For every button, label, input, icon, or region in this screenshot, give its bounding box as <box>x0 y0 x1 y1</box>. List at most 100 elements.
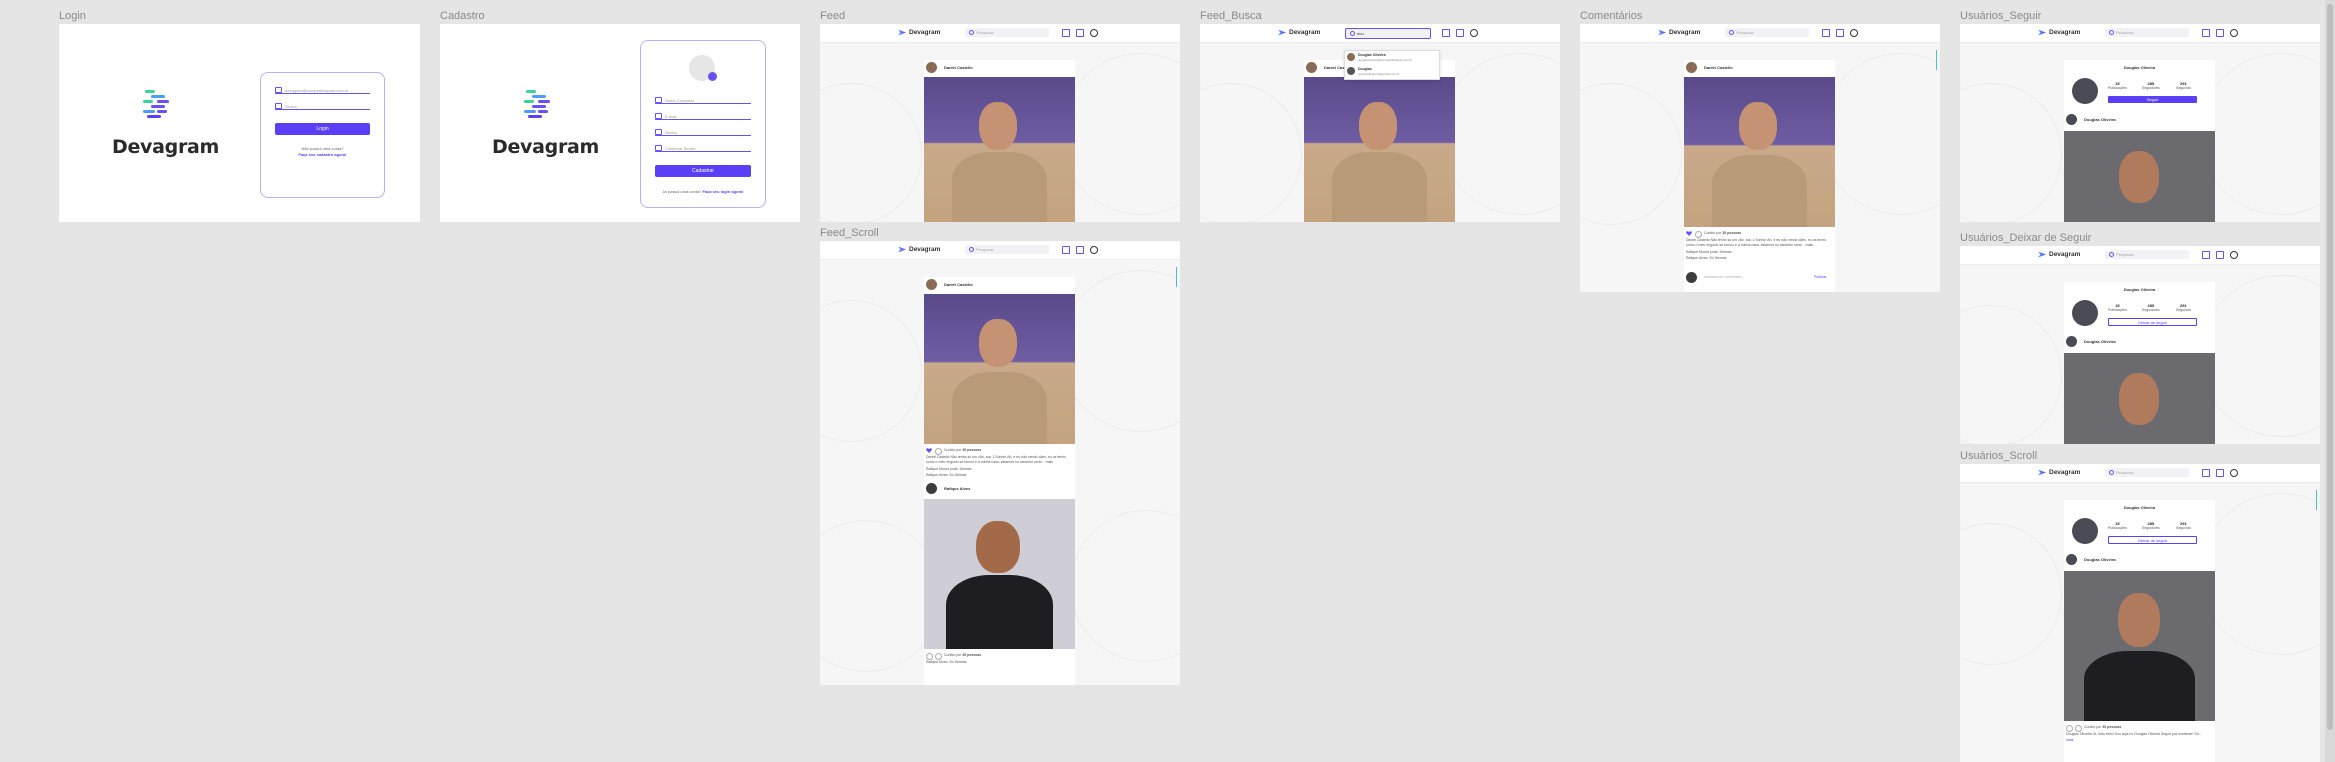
post-author[interactable]: Rafique Alves <box>944 486 970 491</box>
add-post-icon[interactable] <box>2216 469 2224 477</box>
topbar-logo[interactable]: Devagram <box>1658 29 1700 36</box>
topbar-logo[interactable]: Devagram <box>2038 29 2080 36</box>
cadastrar-button[interactable]: Cadastrar <box>655 165 751 177</box>
profile-icon[interactable] <box>1090 246 1098 254</box>
comment-icon[interactable] <box>935 448 942 455</box>
unfollow-button[interactable]: Deixar de seguir <box>2108 318 2197 326</box>
post-photo[interactable] <box>1304 77 1455 222</box>
avatar-upload[interactable] <box>689 55 717 81</box>
post-photo[interactable] <box>924 77 1075 222</box>
topbar: Devagram Pesquisar <box>1580 24 1940 43</box>
avatar[interactable] <box>926 279 937 290</box>
search-input[interactable]: Pesquisar <box>965 245 1049 254</box>
post-photo[interactable] <box>924 499 1075 649</box>
add-post-icon[interactable] <box>1076 29 1084 37</box>
avatar[interactable] <box>2066 114 2077 125</box>
topbar-logo[interactable]: Devagram <box>898 246 940 253</box>
home-icon[interactable] <box>1822 29 1830 37</box>
avatar[interactable] <box>926 483 937 494</box>
home-icon[interactable] <box>1442 29 1450 37</box>
signup-link[interactable]: Faça seu cadastro agora! <box>261 152 384 157</box>
add-post-icon[interactable] <box>1836 29 1844 37</box>
search-input[interactable]: Pesquisar <box>2105 468 2189 477</box>
post-author[interactable]: Douglas Oliveira <box>2084 557 2116 562</box>
post-author[interactable]: Douglas Oliveira <box>2084 117 2116 122</box>
profile-icon[interactable] <box>1850 29 1858 37</box>
topbar-logo[interactable]: Devagram <box>1278 29 1320 36</box>
profile-icon[interactable] <box>1090 29 1098 37</box>
profile-icon[interactable] <box>1470 29 1478 37</box>
profile-icon[interactable] <box>2230 29 2238 37</box>
home-icon[interactable] <box>1062 246 1070 254</box>
unfollow-button[interactable]: Deixar de seguir <box>2108 536 2197 544</box>
avatar[interactable] <box>2066 336 2077 347</box>
post-photo[interactable] <box>2064 353 2215 444</box>
comment-icon[interactable] <box>1695 231 1702 238</box>
home-icon[interactable] <box>2202 469 2210 477</box>
avatar[interactable] <box>2066 554 2077 565</box>
search-input[interactable]: Pesquisar <box>1725 28 1809 37</box>
frame-label-feed-scroll: Feed_Scroll <box>820 227 879 239</box>
topbar-logo[interactable]: Devagram <box>2038 251 2080 258</box>
search-input[interactable]: Pesquisar <box>965 28 1049 37</box>
like-icon[interactable] <box>2066 725 2073 732</box>
home-icon[interactable] <box>2202 251 2210 259</box>
name-field[interactable]: Nome Completo <box>655 93 751 104</box>
search-results-dropdown: Douglas Oliveira douglasoliveira@compart… <box>1344 50 1440 80</box>
stat-seguidores: 285 Seguidores <box>2142 303 2160 313</box>
search-icon <box>1350 31 1355 36</box>
comment-input[interactable]: Adicione um comentário... <box>1704 275 1744 280</box>
likes-text: Curtido por 35 pessoas <box>944 653 982 657</box>
profile-title: Douglas Oliveira <box>2123 65 2156 70</box>
profile-icon[interactable] <box>2230 251 2238 259</box>
person-shirt <box>1712 155 1807 227</box>
more-link[interactable]: mais <box>2066 738 2073 743</box>
home-icon[interactable] <box>1062 29 1070 37</box>
email-field[interactable]: devagram@compartilhapost.com.br <box>275 83 370 94</box>
login-link-row[interactable]: Já possui uma conta? Faça seu login agor… <box>641 189 765 194</box>
password-field[interactable]: Senha <box>655 125 751 136</box>
post-photo[interactable] <box>924 294 1075 444</box>
add-post-icon[interactable] <box>1076 246 1084 254</box>
profile-title: Douglas Oliveira <box>2123 287 2156 292</box>
post-author[interactable]: Daniel Castello <box>944 65 973 70</box>
post-photo[interactable] <box>2064 131 2215 222</box>
login-button[interactable]: Login <box>275 123 370 135</box>
avatar[interactable] <box>926 62 937 73</box>
add-post-icon[interactable] <box>1456 29 1464 37</box>
canvas-scrollbar[interactable] <box>2325 0 2335 762</box>
devagram-logo-icon <box>1278 29 1286 36</box>
like-icon[interactable] <box>926 448 932 453</box>
post-photo[interactable] <box>1684 77 1835 227</box>
post-photo[interactable] <box>2064 571 2215 721</box>
topbar-logo[interactable]: Devagram <box>2038 469 2080 476</box>
profile-card: Douglas Oliveira 15 Publicações 285 Seguid… <box>2064 60 2215 222</box>
post-author[interactable]: Daniel Castello <box>1704 65 1733 70</box>
search-input[interactable]: Pesquisar <box>2105 250 2189 259</box>
post-caption: Rafique Alves: Só Demais <box>926 660 967 664</box>
email-field[interactable]: E-mail <box>655 109 751 120</box>
post-author[interactable]: Douglas Oliveira <box>2084 339 2116 344</box>
follow-button[interactable]: Seguir <box>2108 96 2197 103</box>
search-input[interactable]: Pesquisar <box>2105 28 2189 37</box>
home-icon[interactable] <box>2202 29 2210 37</box>
avatar[interactable] <box>1686 62 1697 73</box>
like-icon[interactable] <box>926 653 933 660</box>
search-result-item[interactable]: Douglas compartilhapost@gmail.com.br <box>1345 65 1439 79</box>
add-post-icon[interactable] <box>2216 29 2224 37</box>
password-field[interactable]: Senha <box>275 99 370 110</box>
search-result-item[interactable]: Douglas Oliveira douglasoliveira@compart… <box>1345 51 1439 65</box>
avatar[interactable] <box>1306 62 1317 73</box>
search-input[interactable]: dou <box>1345 28 1431 39</box>
comment-icon[interactable] <box>2075 725 2082 732</box>
post: Daniel Castello <box>924 60 1075 222</box>
profile-icon[interactable] <box>2230 469 2238 477</box>
post-author[interactable]: Daniel Castello <box>944 282 973 287</box>
publish-button[interactable]: Publicar <box>1814 275 1827 280</box>
confirm-password-field[interactable]: Confirmar Senha <box>655 141 751 152</box>
comment-icon[interactable] <box>935 653 942 660</box>
add-post-icon[interactable] <box>2216 251 2224 259</box>
like-icon[interactable] <box>1686 231 1692 236</box>
topbar-logo[interactable]: Devagram <box>898 29 940 36</box>
scrollbar-thumb[interactable] <box>2327 4 2333 730</box>
